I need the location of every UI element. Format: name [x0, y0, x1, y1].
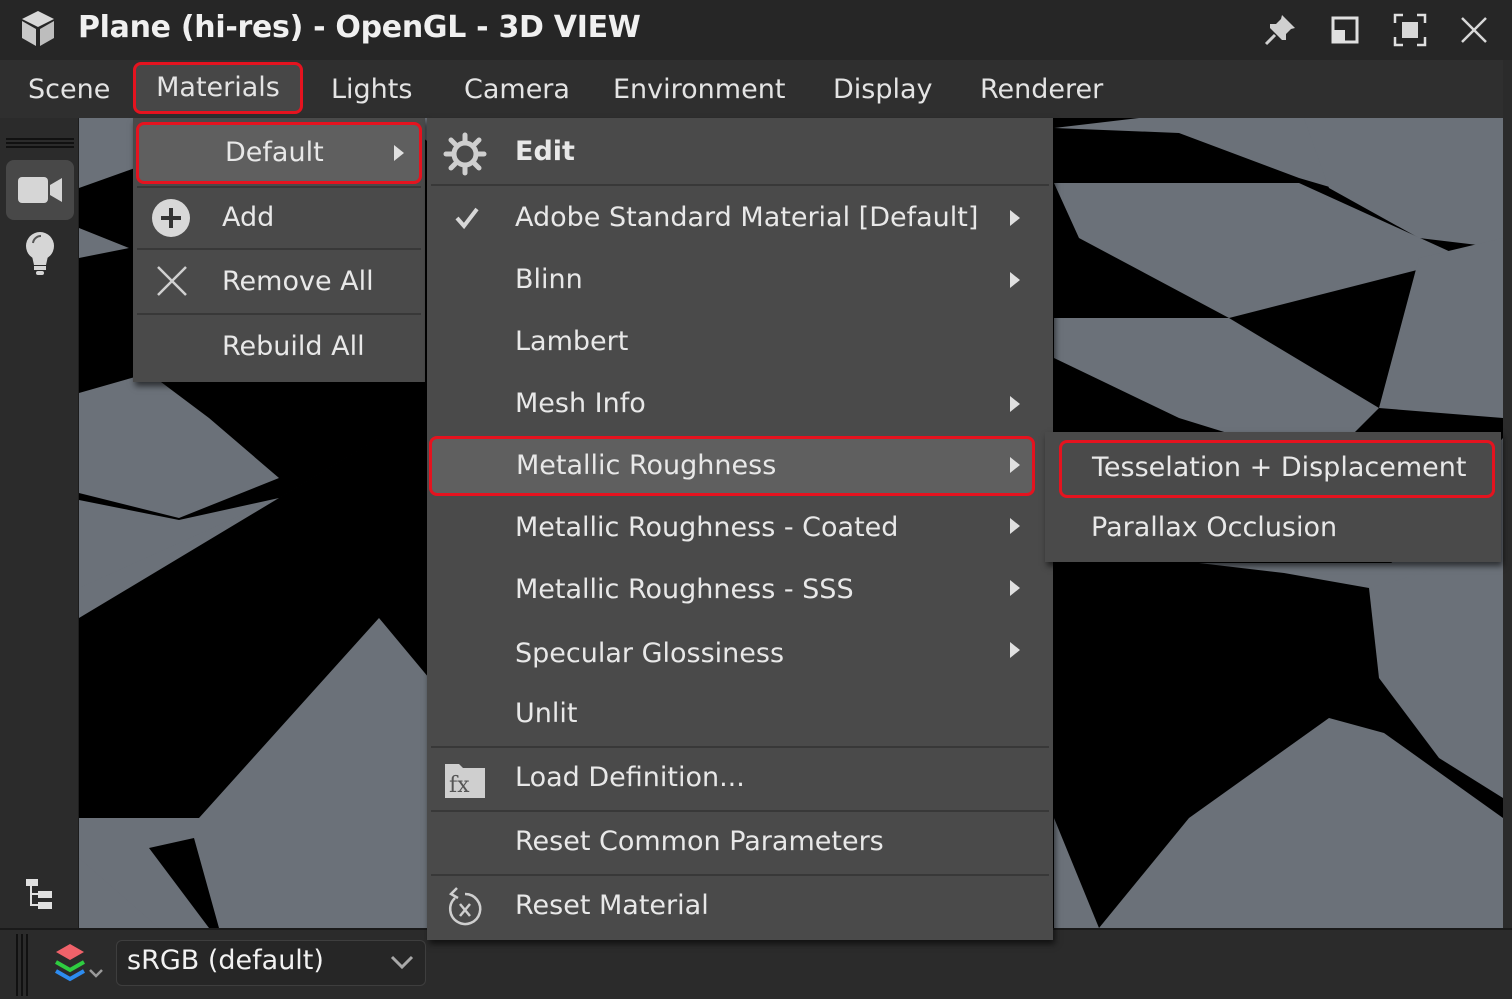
default-submenu: Edit Adobe Standard Material [Default] B…: [427, 118, 1053, 940]
colorspace-select[interactable]: sRGB (default): [116, 940, 426, 986]
x-icon: [155, 264, 189, 298]
menu-item-label: Unlit: [515, 698, 578, 729]
close-icon: [1461, 17, 1487, 43]
maximize-icon: [1393, 13, 1427, 47]
menu-item-reset-common-parameters[interactable]: Reset Common Parameters: [427, 812, 1053, 874]
title-bar: Plane (hi-res) - OpenGL - 3D VIEW: [0, 0, 1512, 60]
layers-dropdown-button[interactable]: [52, 942, 108, 986]
camera-tool-button[interactable]: [6, 160, 74, 220]
menu-lights[interactable]: Lights: [331, 68, 412, 112]
metallic-roughness-submenu: Tesselation + Displacement Parallax Occl…: [1045, 432, 1501, 562]
submenu-arrow-icon: [1010, 210, 1020, 226]
menu-separator: [431, 184, 1049, 186]
checkmark-icon: [455, 206, 479, 230]
camera-icon: [18, 177, 62, 203]
menu-item-unlit[interactable]: Unlit: [427, 684, 1053, 746]
submenu-arrow-icon: [1010, 518, 1020, 534]
bottom-grip[interactable]: [16, 934, 34, 996]
pin-button[interactable]: [1260, 10, 1300, 50]
menu-item-label: Metallic Roughness - Coated: [515, 512, 899, 543]
menu-item-label: Mesh Info: [515, 388, 646, 419]
light-tool-button[interactable]: [6, 224, 74, 284]
menu-item-load-definition[interactable]: fx Load Definition...: [427, 748, 1053, 810]
menu-item-label: Reset Material: [515, 890, 709, 921]
layers-icon: [55, 944, 103, 982]
menu-camera[interactable]: Camera: [464, 68, 570, 112]
toolbar-grip[interactable]: [6, 138, 74, 150]
svg-text:fx: fx: [449, 773, 470, 798]
menu-item-specular-glossiness[interactable]: Specular Glossiness: [427, 622, 1053, 684]
menu-renderer[interactable]: Renderer: [980, 68, 1103, 112]
submenu-arrow-icon: [1010, 642, 1020, 658]
menu-item-label: Parallax Occlusion: [1091, 512, 1338, 543]
menu-item-label: Edit: [515, 136, 575, 167]
menu-item-label: Lambert: [515, 326, 629, 357]
menu-item-label: Remove All: [222, 266, 374, 297]
menu-item-label: Adobe Standard Material [Default]: [515, 202, 979, 233]
lightbulb-icon: [26, 232, 54, 275]
maximize-button[interactable]: [1390, 10, 1430, 50]
submenu-arrow-icon: [1010, 457, 1020, 473]
submenu-arrow-icon: [1010, 396, 1020, 412]
hierarchy-icon: [26, 879, 52, 909]
reset-icon: [445, 886, 485, 930]
menu-item-metallic-roughness-sss[interactable]: Metallic Roughness - SSS: [427, 560, 1053, 622]
menu-item-parallax-occlusion[interactable]: Parallax Occlusion: [1045, 502, 1501, 560]
gear-icon: [443, 132, 487, 176]
cube-app-icon: [22, 11, 54, 46]
menu-item-label: Rebuild All: [222, 331, 365, 362]
menu-item-label: Metallic Roughness - SSS: [515, 574, 854, 605]
menu-materials[interactable]: Materials: [133, 62, 303, 114]
menu-item-metallic-roughness-coated[interactable]: Metallic Roughness - Coated: [427, 498, 1053, 560]
menu-item-remove-all[interactable]: Remove All: [133, 250, 425, 312]
pin-icon: [1264, 15, 1295, 46]
menu-item-label: Metallic Roughness: [516, 450, 777, 481]
float-window-button[interactable]: [1325, 10, 1365, 50]
menu-display[interactable]: Display: [833, 68, 933, 112]
menu-item-label: Specular Glossiness: [515, 638, 785, 669]
submenu-arrow-icon: [1010, 580, 1020, 596]
plus-circle-icon: [151, 198, 191, 238]
menu-item-blinn[interactable]: Blinn: [427, 250, 1053, 312]
menu-scene[interactable]: Scene: [28, 68, 110, 112]
menu-item-default[interactable]: Default: [136, 122, 422, 184]
menu-item-edit[interactable]: Edit: [427, 122, 1053, 184]
right-border: [1503, 60, 1512, 997]
restore-window-icon: [1331, 16, 1359, 44]
menu-environment[interactable]: Environment: [613, 68, 785, 112]
menu-bar: Scene Materials Lights Camera Environmen…: [0, 60, 1512, 118]
materials-menu: Default Add Remove All Rebuild All: [133, 118, 425, 382]
menu-item-adobe-standard-material[interactable]: Adobe Standard Material [Default]: [427, 188, 1053, 250]
menu-item-rebuild-all[interactable]: Rebuild All: [133, 315, 425, 377]
window-title: Plane (hi-res) - OpenGL - 3D VIEW: [78, 10, 641, 45]
menu-item-label: Blinn: [515, 264, 583, 295]
left-toolbar: [0, 118, 79, 928]
close-button[interactable]: [1454, 10, 1494, 50]
submenu-arrow-icon: [394, 145, 404, 161]
menu-item-label: Tesselation + Displacement: [1092, 452, 1467, 483]
menu-item-label: Load Definition...: [515, 762, 745, 793]
menu-item-metallic-roughness[interactable]: Metallic Roughness: [429, 436, 1035, 496]
menu-item-label: Reset Common Parameters: [515, 826, 884, 857]
submenu-arrow-icon: [1010, 272, 1020, 288]
chevron-down-icon: [390, 955, 414, 970]
menu-item-label: Default: [225, 137, 324, 168]
menu-item-label: Add: [222, 202, 275, 233]
menu-item-mesh-info[interactable]: Mesh Info: [427, 374, 1053, 436]
colorspace-value: sRGB (default): [127, 945, 324, 976]
fx-folder-icon: fx: [443, 760, 487, 800]
menu-item-lambert[interactable]: Lambert: [427, 312, 1053, 374]
menu-item-reset-material[interactable]: Reset Material: [427, 876, 1053, 938]
menu-item-tesselation-displacement[interactable]: Tesselation + Displacement: [1059, 440, 1495, 498]
scene-tree-button[interactable]: [6, 864, 74, 924]
menu-item-add[interactable]: Add: [133, 188, 425, 248]
